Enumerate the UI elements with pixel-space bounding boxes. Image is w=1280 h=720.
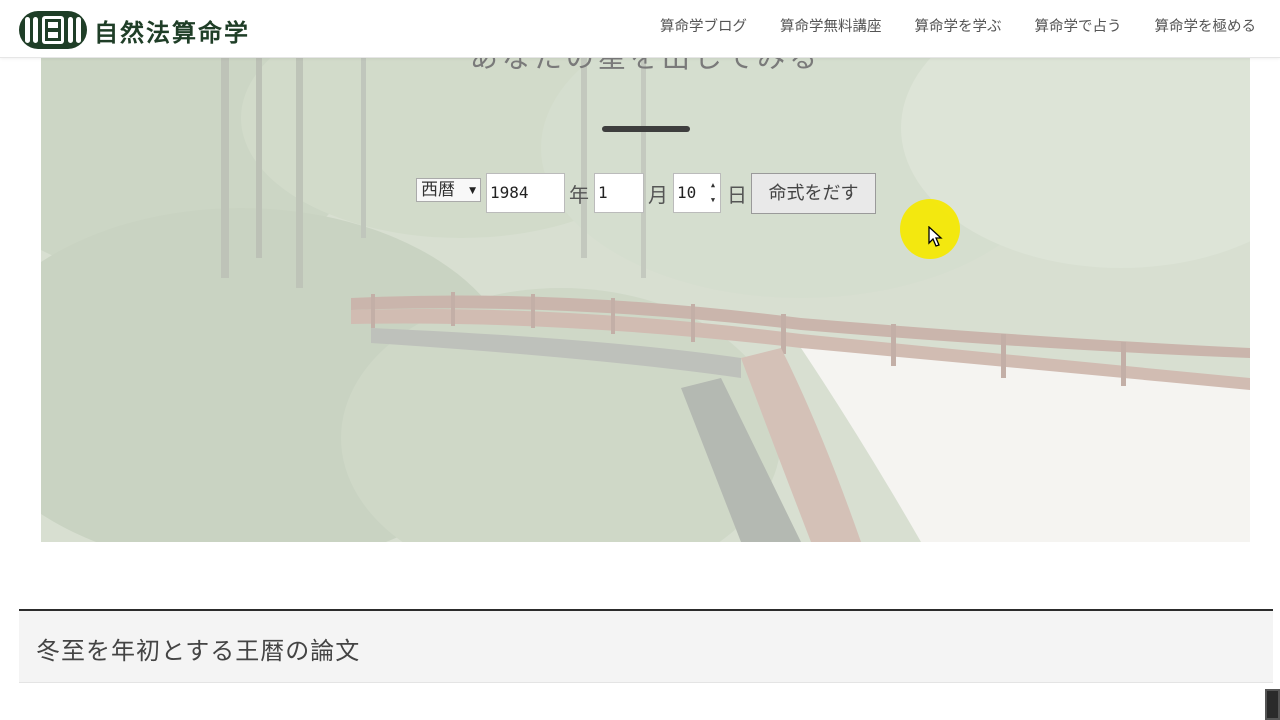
month-input[interactable]: 1: [594, 173, 644, 213]
nav-item-learn[interactable]: 算命学を学ぶ: [915, 15, 1002, 36]
submit-button[interactable]: 命式をだす: [751, 173, 876, 214]
month-unit-label: 月: [648, 183, 668, 207]
day-unit-label: 日: [727, 183, 747, 207]
article-title: 冬至を年初とする王暦の論文: [36, 637, 361, 665]
birthdate-form: 西暦 ▼ 1984 年 1 月 10 ▲ ▼ 日 命式をだす: [41, 173, 1250, 215]
nav-item-free-course[interactable]: 算命学無料講座: [780, 15, 882, 36]
site-header: 自然法算命学 算命学ブログ 算命学無料講座 算命学を学ぶ 算命学で占う 算命学を…: [0, 0, 1280, 58]
main-nav: 算命学ブログ 算命学無料講座 算命学を学ぶ 算命学で占う 算命学を極める: [660, 0, 1256, 50]
dropdown-arrow-icon: ▼: [469, 186, 476, 196]
heading-underline: [602, 126, 690, 132]
logo-text: 自然法算命学: [94, 17, 250, 47]
article-header: 冬至を年初とする王暦の論文: [19, 609, 1273, 683]
nav-item-blog[interactable]: 算命学ブログ: [660, 15, 747, 36]
spinner-arrows-icon[interactable]: ▲ ▼: [708, 178, 718, 208]
era-select[interactable]: 西暦 ▼: [416, 178, 481, 202]
scroll-to-top-button[interactable]: [1265, 689, 1280, 720]
year-unit-label: 年: [569, 183, 589, 207]
hero-heading: あなたの星を出してみる: [41, 58, 1250, 76]
day-input[interactable]: 10 ▲ ▼: [673, 173, 721, 213]
logo-emblem-icon: [19, 11, 87, 49]
site-logo[interactable]: 自然法算命学: [18, 9, 250, 51]
era-select-value: 西暦: [421, 180, 455, 200]
nav-item-master[interactable]: 算命学を極める: [1155, 15, 1257, 36]
day-input-value: 10: [677, 183, 697, 202]
nav-item-fortune[interactable]: 算命学で占う: [1035, 15, 1122, 36]
year-input[interactable]: 1984: [486, 173, 565, 213]
mouse-pointer-icon: [928, 226, 943, 247]
hero-section: あなたの星を出してみる 西暦 ▼ 1984 年 1 月 10 ▲▼ 日 命式をだ…: [41, 58, 1250, 542]
